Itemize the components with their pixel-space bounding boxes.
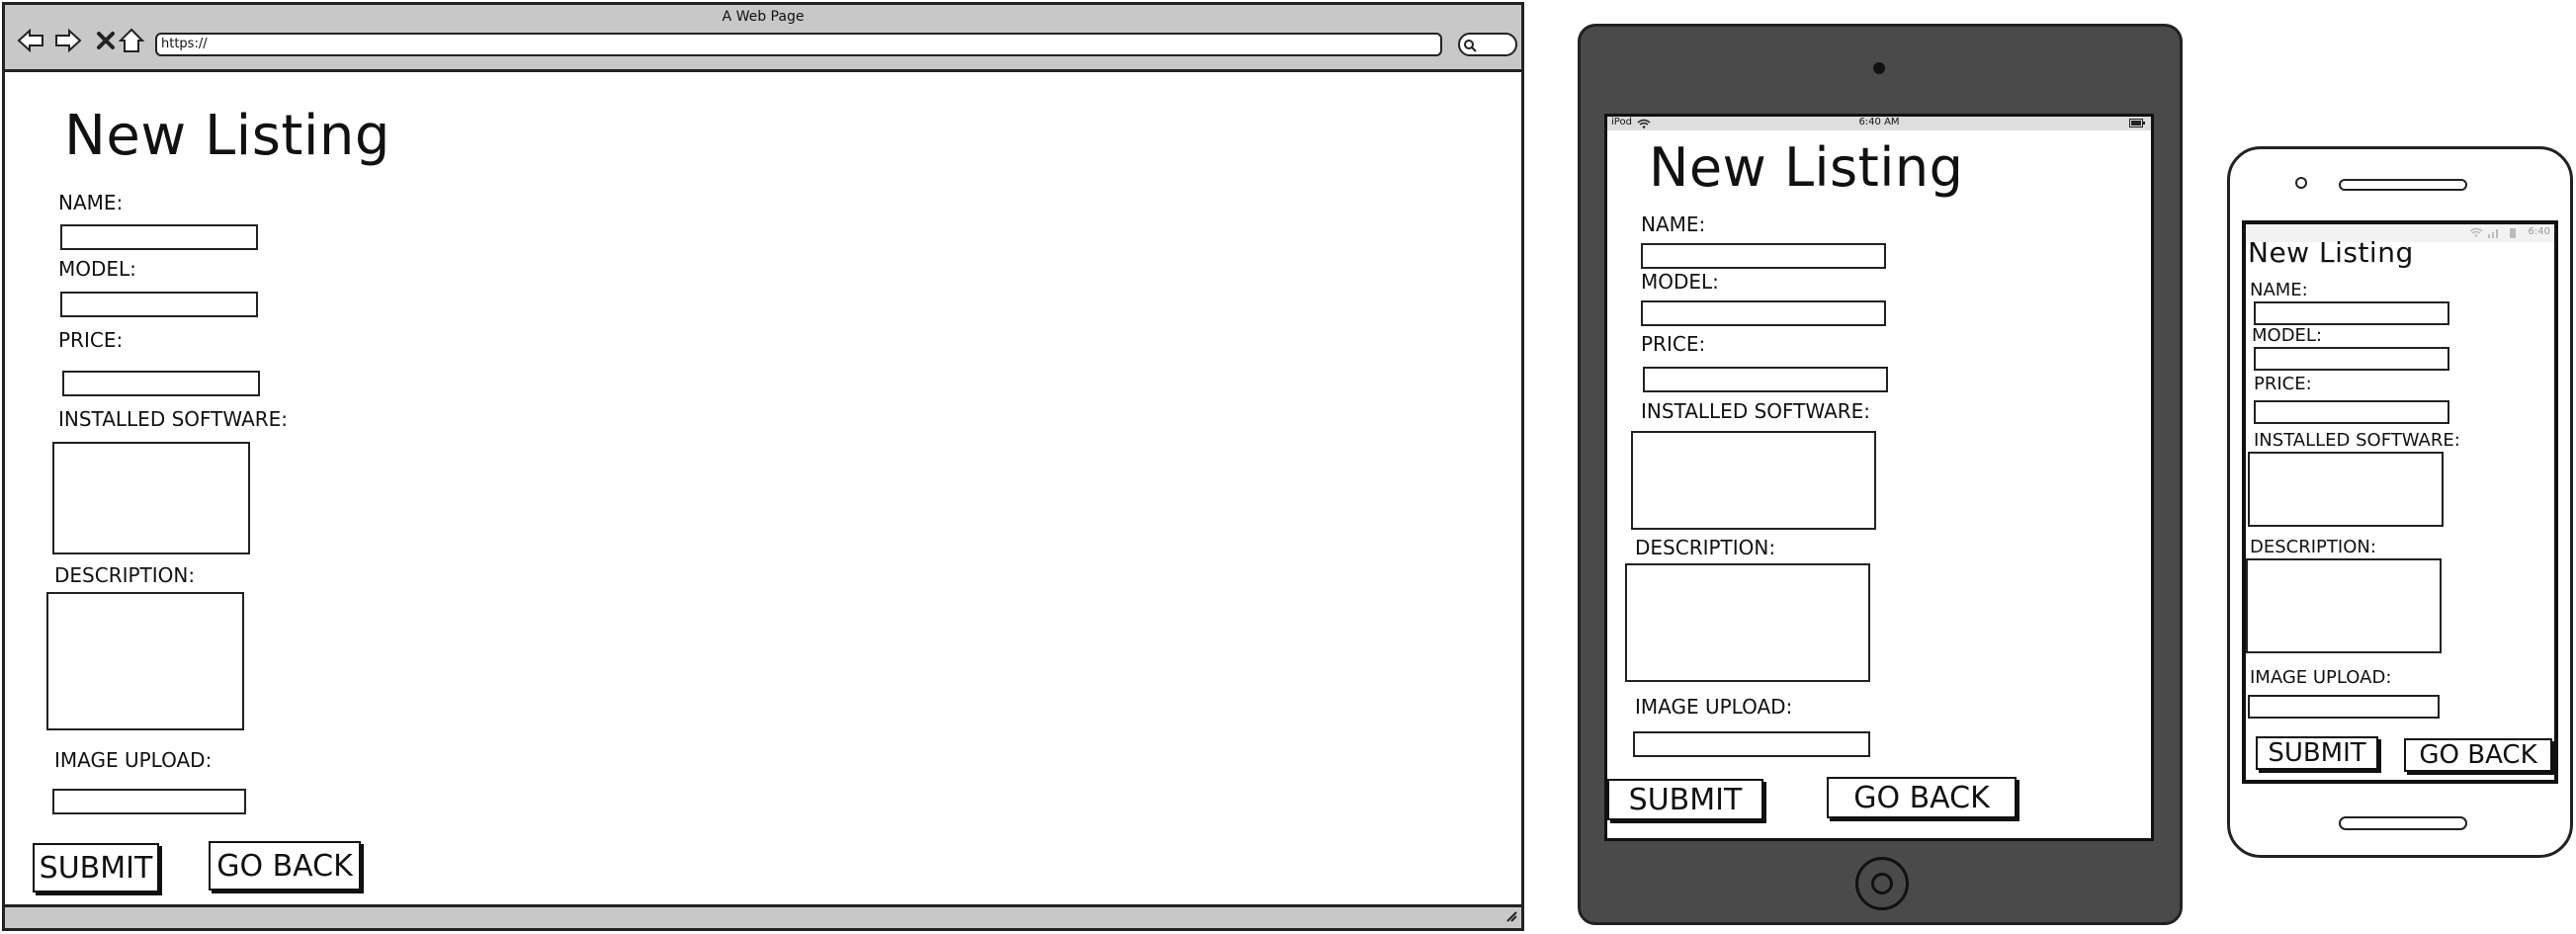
submit-button[interactable]: SUBMIT bbox=[2256, 736, 2378, 770]
resize-grip-icon[interactable] bbox=[1503, 907, 1517, 926]
price-label: PRICE: bbox=[2254, 374, 2312, 394]
description-label: DESCRIPTION: bbox=[54, 563, 196, 587]
tablet-clock: 6:40 AM bbox=[1858, 117, 1900, 127]
model-label: MODEL: bbox=[2252, 325, 2323, 346]
page-title: New Listing bbox=[2248, 236, 2414, 269]
installed-software-label: INSTALLED SOFTWARE: bbox=[2254, 430, 2460, 451]
submit-button[interactable]: SUBMIT bbox=[33, 843, 159, 892]
tablet-camera bbox=[1873, 62, 1885, 74]
close-x-icon[interactable] bbox=[92, 27, 120, 54]
browser-toolbar: A Web Page https:// bbox=[5, 5, 1521, 72]
name-label: NAME: bbox=[2250, 280, 2308, 300]
go-back-button[interactable]: GO BACK bbox=[209, 841, 361, 891]
phone-mockup: 6:40 New Listing NAME: MODEL: PRICE: INS… bbox=[2227, 146, 2573, 858]
model-input[interactable] bbox=[1641, 300, 1886, 326]
tablet-home-button[interactable] bbox=[1855, 857, 1909, 910]
name-input[interactable] bbox=[2254, 301, 2449, 325]
price-input[interactable] bbox=[62, 371, 260, 396]
model-input[interactable] bbox=[60, 292, 258, 317]
desktop-browser-mockup: A Web Page https:// New Listing NAME: MO… bbox=[2, 2, 1524, 931]
description-label: DESCRIPTION: bbox=[1635, 536, 1776, 559]
installed-software-label: INSTALLED SOFTWARE: bbox=[1641, 399, 1871, 423]
phone-home-bar[interactable] bbox=[2339, 816, 2467, 830]
description-textarea[interactable] bbox=[2246, 558, 2442, 653]
url-bar[interactable]: https:// bbox=[155, 33, 1442, 56]
back-arrow-icon[interactable] bbox=[17, 27, 44, 54]
price-label: PRICE: bbox=[58, 328, 124, 352]
price-input[interactable] bbox=[1643, 367, 1888, 392]
description-textarea[interactable] bbox=[46, 592, 244, 730]
price-label: PRICE: bbox=[1641, 332, 1706, 356]
phone-speaker bbox=[2339, 179, 2467, 191]
phone-clock: 6:40 bbox=[2528, 226, 2550, 237]
window-title: A Web Page bbox=[722, 9, 805, 25]
signal-icon bbox=[2487, 227, 2501, 241]
installed-software-textarea[interactable] bbox=[2248, 452, 2444, 527]
model-label: MODEL: bbox=[1641, 270, 1719, 294]
home-icon[interactable] bbox=[118, 27, 145, 54]
price-input[interactable] bbox=[2254, 400, 2449, 424]
battery-icon bbox=[2509, 227, 2517, 242]
battery-icon bbox=[2129, 119, 2145, 130]
description-textarea[interactable] bbox=[1625, 563, 1870, 682]
browser-status-bar bbox=[5, 904, 1521, 928]
wifi-icon bbox=[2469, 227, 2483, 240]
name-label: NAME: bbox=[1641, 212, 1706, 236]
page-title: New Listing bbox=[64, 104, 390, 168]
tablet-screen: iPod 6:40 AM New Listing NAME: MODEL: PR… bbox=[1604, 114, 2154, 841]
description-label: DESCRIPTION: bbox=[2250, 537, 2376, 557]
phone-screen: 6:40 New Listing NAME: MODEL: PRICE: INS… bbox=[2242, 220, 2558, 784]
go-back-button[interactable]: GO BACK bbox=[2404, 738, 2552, 772]
installed-software-textarea[interactable] bbox=[52, 442, 250, 554]
installed-software-label: INSTALLED SOFTWARE: bbox=[58, 407, 289, 431]
image-upload-label: IMAGE UPLOAD: bbox=[1635, 695, 1793, 719]
installed-software-textarea[interactable] bbox=[1631, 431, 1876, 530]
submit-button[interactable]: SUBMIT bbox=[1607, 779, 1763, 820]
search-icon bbox=[1463, 38, 1477, 56]
image-upload-input[interactable] bbox=[52, 789, 246, 814]
image-upload-input[interactable] bbox=[1633, 731, 1870, 757]
name-input[interactable] bbox=[60, 224, 258, 250]
tablet-mockup: iPod 6:40 AM New Listing NAME: MODEL: PR… bbox=[1578, 24, 2183, 925]
name-label: NAME: bbox=[58, 191, 124, 214]
go-back-button[interactable]: GO BACK bbox=[1827, 777, 2017, 818]
image-upload-label: IMAGE UPLOAD: bbox=[2250, 667, 2392, 688]
name-input[interactable] bbox=[1641, 243, 1886, 269]
image-upload-label: IMAGE UPLOAD: bbox=[54, 748, 213, 772]
search-box[interactable] bbox=[1458, 33, 1517, 56]
image-upload-input[interactable] bbox=[2248, 695, 2440, 719]
forward-arrow-icon[interactable] bbox=[54, 27, 82, 54]
model-input[interactable] bbox=[2254, 347, 2449, 371]
model-label: MODEL: bbox=[58, 257, 136, 281]
page-title: New Listing bbox=[1649, 136, 1964, 199]
phone-camera bbox=[2295, 177, 2307, 189]
tablet-status-bar: iPod 6:40 AM bbox=[1607, 117, 2151, 130]
home-button-icon bbox=[1871, 873, 1893, 894]
